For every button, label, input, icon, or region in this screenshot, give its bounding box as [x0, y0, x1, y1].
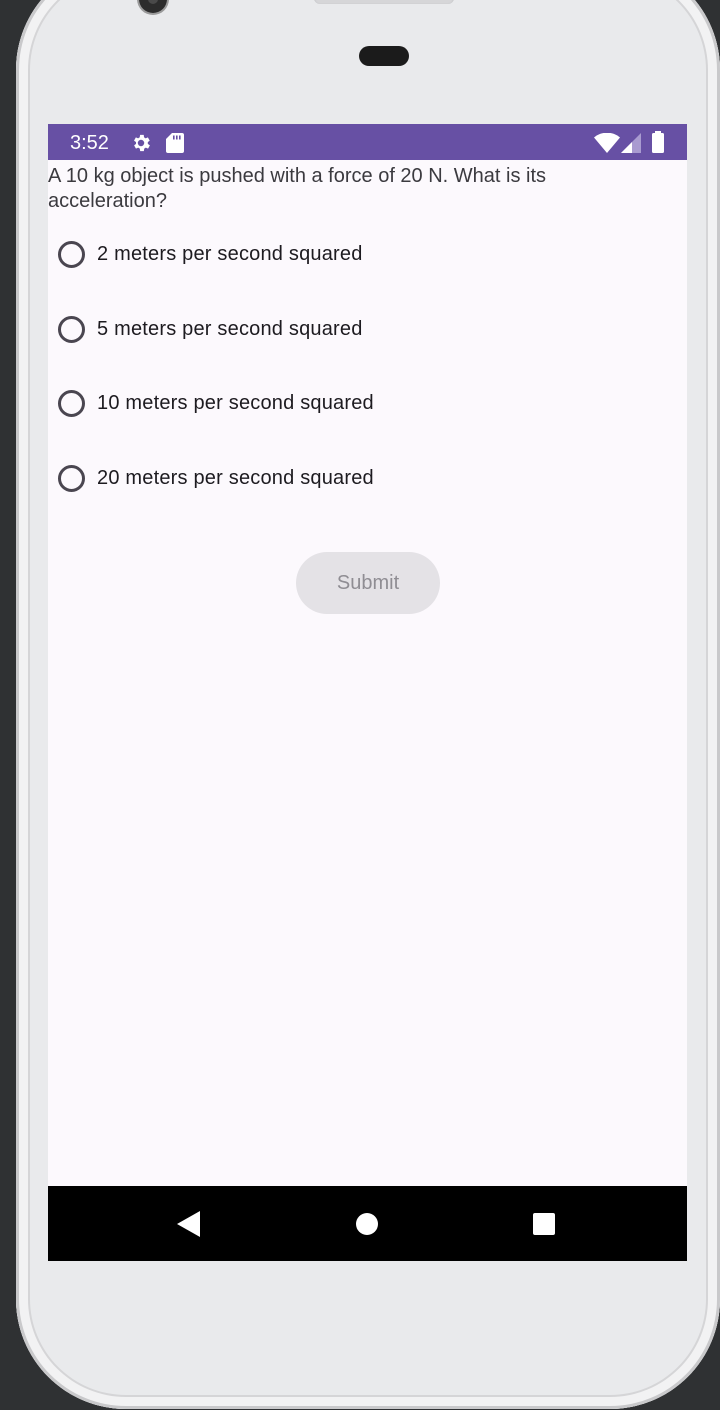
recents-icon[interactable] — [532, 1212, 556, 1241]
gear-icon — [130, 132, 152, 159]
app-screen: 3:52 A 10 kg object is pushed with a for… — [48, 124, 687, 1261]
cell-signal-icon — [621, 133, 641, 158]
home-icon[interactable] — [355, 1212, 379, 1241]
proximity-sensor — [359, 46, 409, 66]
radio-button[interactable] — [58, 389, 85, 417]
status-bar: 3:52 — [48, 124, 687, 160]
answer-option[interactable]: 2 meters per second squared — [56, 232, 616, 276]
option-label: 10 meters per second squared — [97, 391, 374, 414]
front-camera — [139, 0, 167, 13]
sd-card-icon — [166, 133, 184, 158]
answer-option[interactable]: 10 meters per second squared — [56, 381, 616, 425]
option-label: 5 meters per second squared — [97, 317, 363, 340]
wifi-icon — [594, 132, 620, 158]
submit-button[interactable]: Submit — [296, 552, 440, 614]
battery-icon — [651, 131, 665, 158]
earpiece-speaker — [314, 0, 454, 4]
question-text: A 10 kg object is pushed with a force of… — [48, 165, 547, 212]
radio-button[interactable] — [58, 315, 85, 343]
answer-option[interactable]: 5 meters per second squared — [56, 307, 616, 351]
radio-button[interactable] — [58, 240, 85, 268]
back-icon[interactable] — [176, 1210, 202, 1243]
radio-button[interactable] — [58, 464, 85, 492]
option-label: 2 meters per second squared — [97, 242, 363, 265]
status-time: 3:52 — [70, 132, 109, 154]
navigation-bar — [48, 1186, 687, 1261]
option-label: 20 meters per second squared — [97, 466, 374, 489]
answer-option[interactable]: 20 meters per second squared — [56, 456, 616, 500]
